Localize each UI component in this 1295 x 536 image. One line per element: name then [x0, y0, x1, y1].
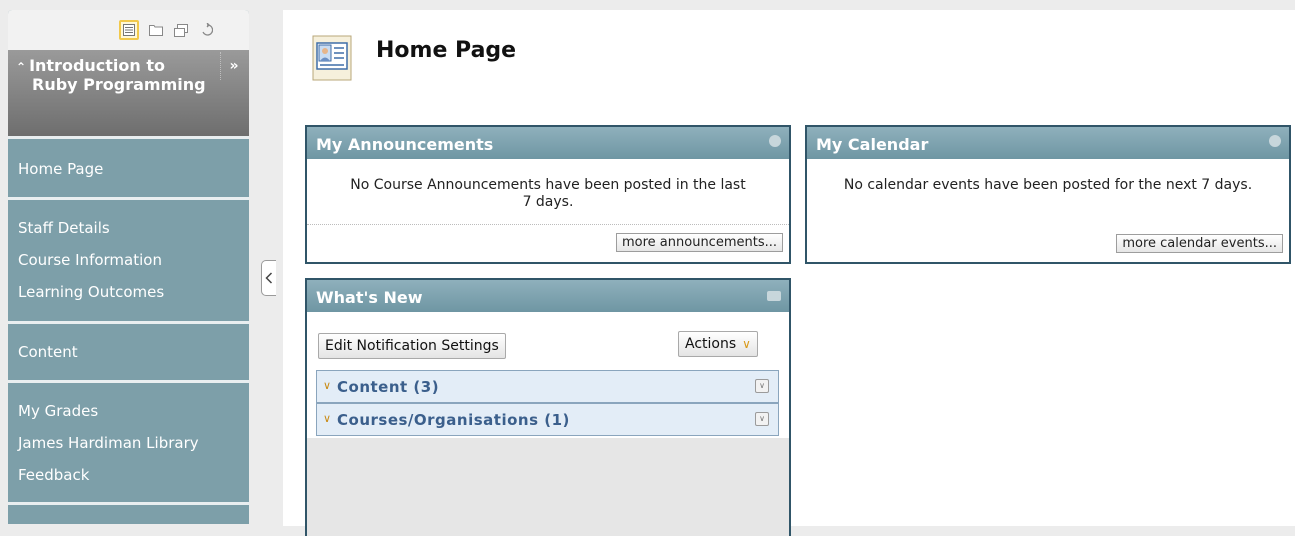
whats-new-row-content[interactable]: ∨ Content (3) ∨ [316, 370, 779, 403]
window-icon[interactable] [767, 291, 781, 301]
whats-new-title: What's New [316, 288, 423, 307]
actions-button[interactable]: Actions ∨ [678, 331, 758, 357]
row-label: Content (3) [337, 378, 440, 396]
whats-new-header: What's New [307, 280, 789, 312]
expand-icon[interactable]: ∨ [755, 379, 769, 393]
course-title-text: Introduction to Ruby Programming [29, 56, 206, 94]
list-view-icon[interactable] [119, 20, 139, 40]
actions-label: Actions [685, 336, 737, 352]
menu-divider [8, 321, 249, 324]
chevron-left-icon [265, 272, 273, 284]
menu-divider [8, 136, 249, 139]
menu-item-library[interactable]: James Hardiman Library [18, 434, 199, 452]
calendar-message: No calendar events have been posted for … [843, 177, 1253, 193]
page-title: Home Page [376, 38, 517, 63]
refresh-icon[interactable] [197, 20, 217, 40]
menu-item-course-information[interactable]: Course Information [18, 251, 162, 269]
course-menu: ⌃ Introduction to Ruby Programming » Home… [8, 10, 249, 524]
calendar-module: My Calendar No calendar events have been… [805, 125, 1291, 264]
menu-divider [8, 502, 249, 505]
whats-new-row-courses[interactable]: ∨ Courses/Organisations (1) ∨ [316, 403, 779, 436]
chevron-down-icon: ∨ [742, 337, 751, 351]
menu-divider [8, 380, 249, 383]
menu-item-learning-outcomes[interactable]: Learning Outcomes [18, 283, 164, 301]
menu-item-home-page[interactable]: Home Page [18, 160, 103, 178]
more-announcements-button[interactable]: more announcements... [616, 233, 783, 252]
whats-new-module: What's New Edit Notification Settings Ac… [305, 278, 791, 536]
chevron-down-icon: ∨ [323, 379, 332, 392]
menu-item-my-grades[interactable]: My Grades [18, 402, 98, 420]
expand-icon[interactable]: ∨ [755, 412, 769, 426]
menu-item-feedback[interactable]: Feedback [18, 466, 89, 484]
new-window-icon[interactable] [171, 20, 191, 40]
whats-new-empty-area [307, 438, 789, 536]
course-header: ⌃ Introduction to Ruby Programming » [8, 50, 249, 136]
gear-icon[interactable] [769, 135, 781, 147]
calendar-title: My Calendar [816, 135, 929, 154]
announcements-title: My Announcements [316, 135, 494, 154]
menu-toolbar [8, 10, 249, 50]
edit-notification-settings-button[interactable]: Edit Notification Settings [318, 333, 506, 359]
more-calendar-events-button[interactable]: more calendar events... [1116, 234, 1283, 253]
collapse-icon[interactable]: ⌃ [16, 60, 26, 74]
announcements-header: My Announcements [307, 127, 789, 159]
announcements-module: My Announcements No Course Announcements… [305, 125, 791, 264]
announcements-footer: more announcements... [307, 224, 789, 252]
announcements-message: No Course Announcements have been posted… [350, 177, 746, 210]
main-content: Home Page My Announcements No Course Ann… [283, 10, 1295, 536]
expand-menu-icon[interactable]: » [220, 52, 247, 80]
collapse-sidebar-button[interactable] [261, 260, 276, 296]
menu-divider [8, 197, 249, 200]
course-title[interactable]: ⌃ Introduction to Ruby Programming [16, 57, 206, 94]
menu-item-content[interactable]: Content [18, 343, 78, 361]
home-page-icon [312, 35, 352, 81]
folder-view-icon[interactable] [146, 20, 166, 40]
menu-item-staff-details[interactable]: Staff Details [18, 219, 110, 237]
calendar-header: My Calendar [807, 127, 1289, 159]
gear-icon[interactable] [1269, 135, 1281, 147]
chevron-down-icon: ∨ [323, 412, 332, 425]
row-label: Courses/Organisations (1) [337, 411, 570, 429]
